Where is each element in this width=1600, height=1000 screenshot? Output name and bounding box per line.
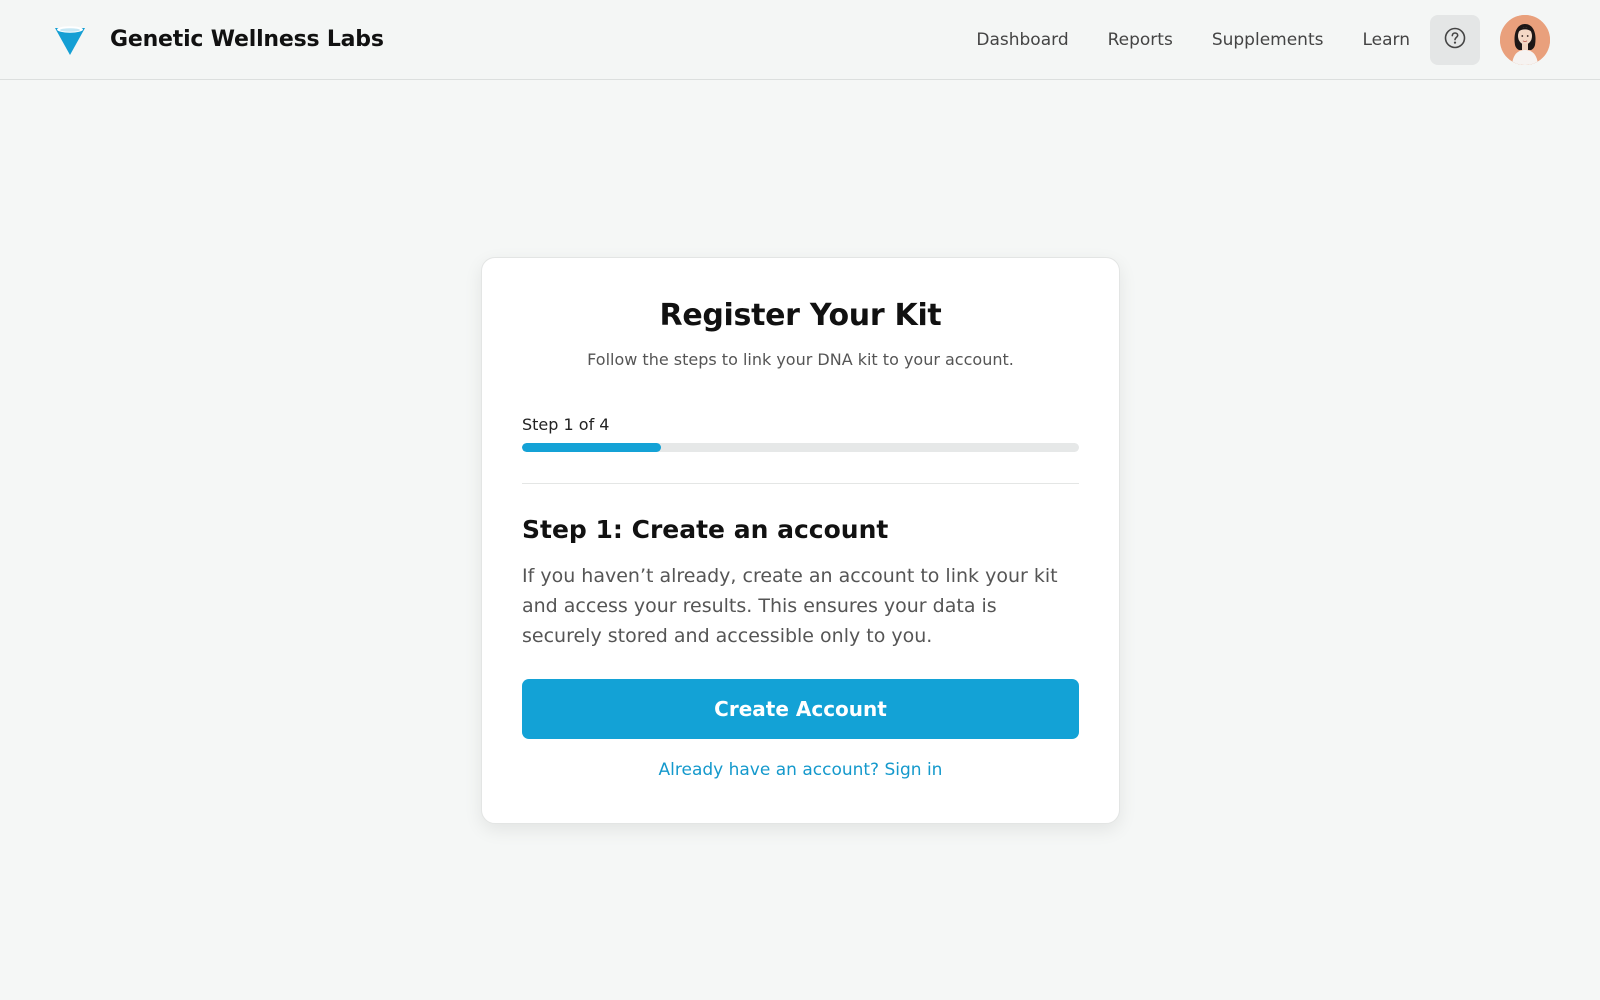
step-description: If you haven’t already, create an accoun… <box>522 565 1058 647</box>
nav-link-learn[interactable]: Learn <box>1362 30 1410 50</box>
nav-link-reports[interactable]: Reports <box>1108 30 1173 50</box>
funnel-drop-icon <box>52 22 88 58</box>
top-navigation-bar: Genetic Wellness Labs Dashboard Reports … <box>0 0 1600 80</box>
brand-name: Genetic Wellness Labs <box>110 27 384 52</box>
step-heading: Step 1: Create an account <box>522 515 889 544</box>
card-title: Register Your Kit <box>659 298 942 333</box>
progress-bar-fill <box>522 443 662 452</box>
main-nav: Dashboard Reports Supplements Learn <box>976 0 1550 80</box>
sign-in-link[interactable]: Already have an account? Sign in <box>482 760 1119 780</box>
step-indicator: Step 1 of 4 <box>522 415 610 434</box>
create-account-button[interactable]: Create Account <box>522 679 1079 739</box>
question-circle-icon <box>1444 27 1466 53</box>
progress-bar <box>522 443 1079 452</box>
user-avatar[interactable] <box>1500 15 1550 65</box>
card-subtitle: Follow the steps to link your DNA kit to… <box>587 350 1014 369</box>
nav-link-supplements[interactable]: Supplements <box>1212 30 1324 50</box>
brand[interactable]: Genetic Wellness Labs <box>52 22 384 58</box>
help-button[interactable] <box>1430 15 1480 65</box>
nav-link-dashboard[interactable]: Dashboard <box>976 30 1068 50</box>
register-kit-card: Register Your Kit Follow the steps to li… <box>481 257 1120 824</box>
divider <box>522 483 1079 484</box>
